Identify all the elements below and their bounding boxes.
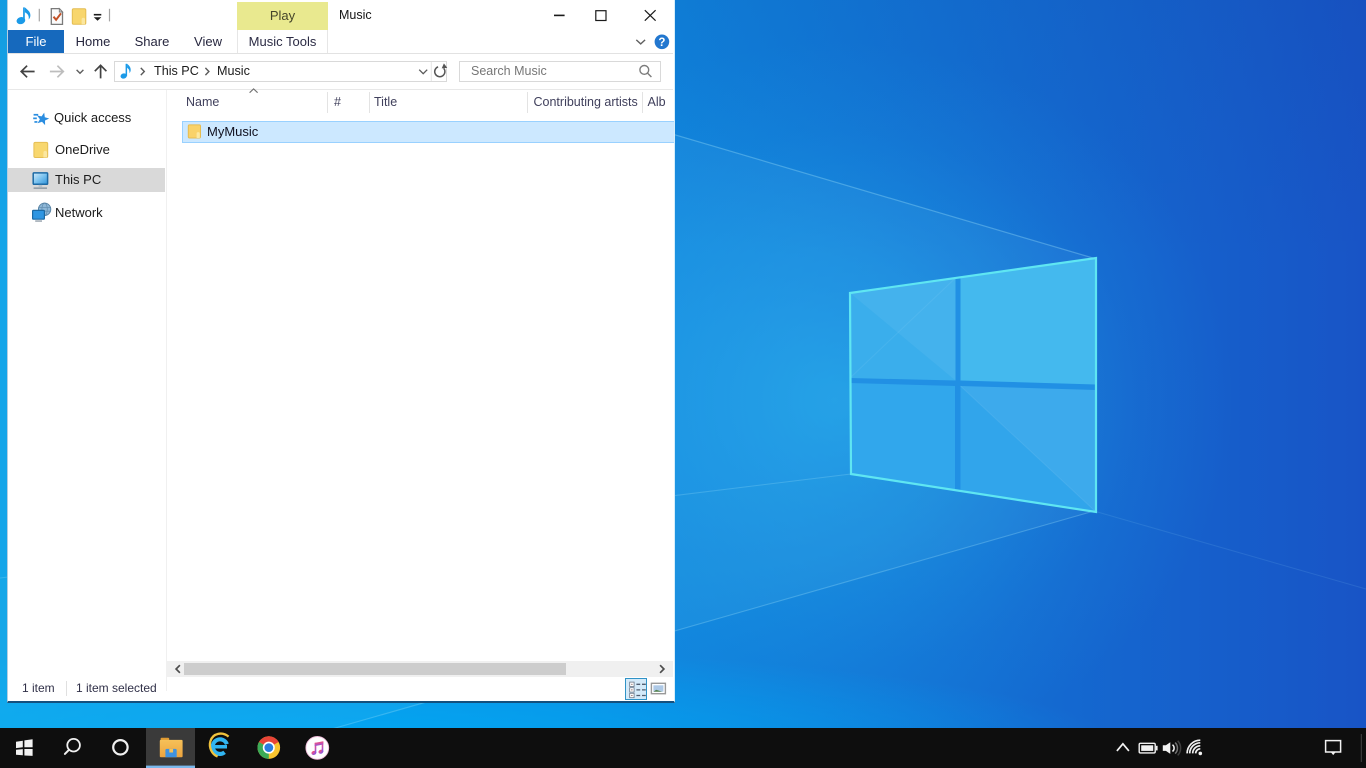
svg-text:?: ? (658, 37, 665, 49)
